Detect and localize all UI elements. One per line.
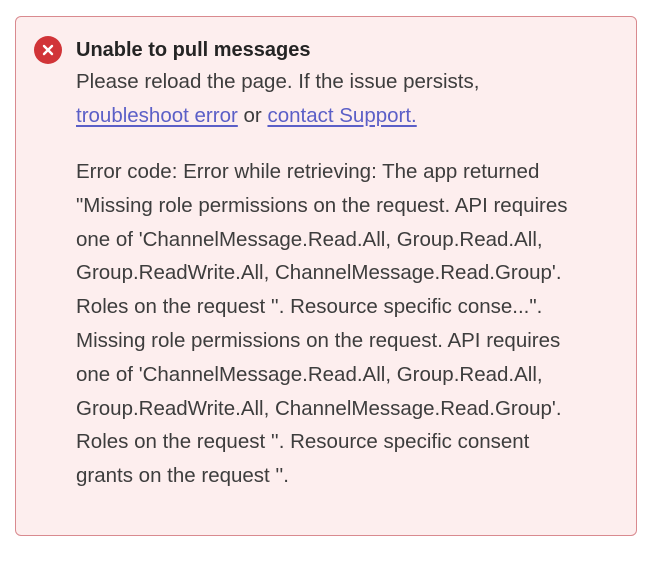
error-banner: Unable to pull messages Please reload th… [15, 16, 637, 536]
error-title: Unable to pull messages [76, 39, 311, 61]
troubleshoot-error-link[interactable]: troubleshoot error [76, 104, 238, 127]
message-prefix: Please reload the page. If the issue per… [76, 70, 480, 93]
contact-support-link[interactable]: contact Support. [267, 104, 416, 127]
error-message: Please reload the page. If the issue per… [76, 65, 621, 133]
error-circle-icon [34, 36, 62, 64]
error-content: Unable to pull messages Please reload th… [76, 37, 621, 493]
error-code-details: Error code: Error while retrieving: The … [76, 160, 568, 488]
message-conjunction: or [243, 104, 262, 127]
